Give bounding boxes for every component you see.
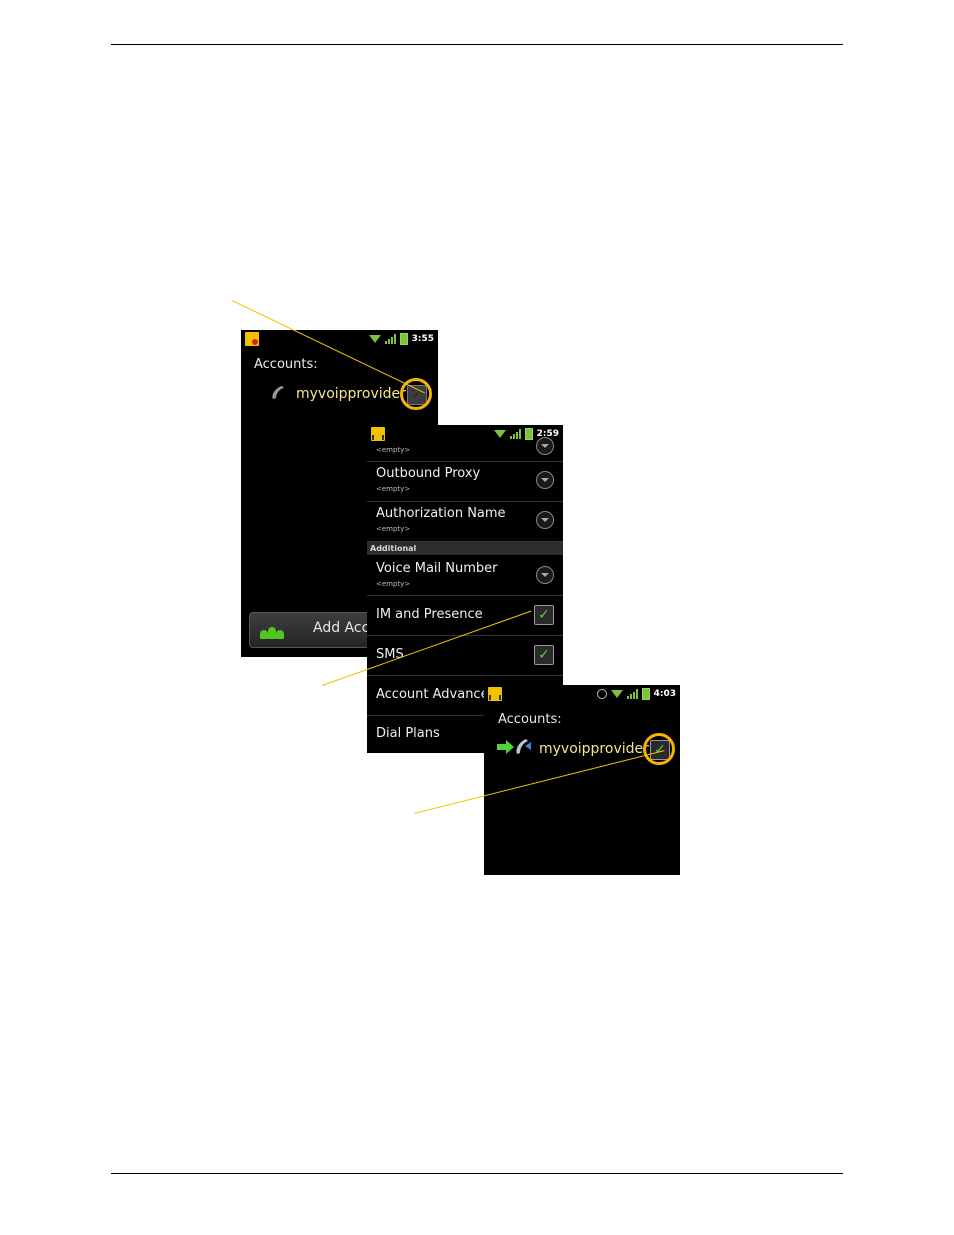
battery-icon bbox=[641, 688, 650, 700]
app-notification-icon bbox=[245, 332, 259, 346]
row-subtitle: <empty> bbox=[376, 485, 411, 493]
row-subtitle: <empty> bbox=[376, 580, 411, 588]
header-rule bbox=[111, 44, 843, 45]
checkbox-highlight-circle bbox=[643, 733, 675, 765]
status-time: 4:03 bbox=[653, 689, 676, 699]
settings-row-authorization-name[interactable]: Authorization Name <empty> bbox=[367, 502, 563, 542]
signal-icon bbox=[384, 334, 396, 344]
status-bar: 4:03 bbox=[484, 685, 680, 703]
status-bar: 2:59 bbox=[367, 425, 563, 443]
wifi-icon bbox=[493, 430, 506, 438]
accounts-screen-after: 4:03 Accounts: myvoipprovider ✓ bbox=[484, 685, 680, 875]
battery-icon bbox=[399, 333, 408, 345]
account-name[interactable]: myvoipprovider bbox=[296, 386, 406, 402]
app-notification-icon bbox=[371, 427, 385, 441]
dropdown-icon[interactable] bbox=[536, 566, 554, 584]
app-notification-icon bbox=[488, 687, 502, 701]
row-title: Account Advanced bbox=[376, 687, 497, 702]
row-title: Dial Plans bbox=[376, 726, 440, 741]
settings-row-partial[interactable]: <empty> bbox=[367, 437, 563, 462]
dropdown-icon[interactable] bbox=[536, 471, 554, 489]
dropdown-icon[interactable] bbox=[536, 511, 554, 529]
row-title: Outbound Proxy bbox=[376, 466, 481, 481]
status-bar: 3:55 bbox=[241, 330, 438, 348]
sms-checkbox[interactable]: ✓ bbox=[534, 645, 554, 665]
status-time: 3:55 bbox=[411, 334, 434, 344]
settings-row-im-presence[interactable]: IM and Presence ✓ bbox=[367, 596, 563, 636]
section-header-additional: Additional bbox=[367, 542, 563, 555]
signal-icon bbox=[626, 689, 638, 699]
footer-rule bbox=[111, 1173, 843, 1174]
row-subtitle: <empty> bbox=[376, 525, 411, 533]
im-presence-checkbox[interactable]: ✓ bbox=[534, 605, 554, 625]
accounts-label: Accounts: bbox=[498, 712, 562, 727]
people-icon bbox=[260, 623, 284, 639]
row-title: IM and Presence bbox=[376, 607, 483, 622]
signal-icon bbox=[509, 429, 521, 439]
settings-row-voicemail-number[interactable]: Voice Mail Number <empty> bbox=[367, 556, 563, 596]
phone-icon bbox=[516, 739, 531, 754]
dropdown-icon[interactable] bbox=[536, 437, 554, 455]
settings-row-outbound-proxy[interactable]: Outbound Proxy <empty> bbox=[367, 462, 563, 502]
settings-row-sms[interactable]: SMS ✓ bbox=[367, 636, 563, 676]
wifi-icon bbox=[368, 335, 381, 343]
row-title: Voice Mail Number bbox=[376, 561, 498, 576]
row-subtitle: <empty> bbox=[376, 446, 411, 454]
phone-icon bbox=[272, 386, 284, 399]
battery-icon bbox=[524, 428, 533, 440]
sync-icon bbox=[596, 689, 607, 699]
row-title: Authorization Name bbox=[376, 506, 506, 521]
account-name[interactable]: myvoipprovider bbox=[539, 741, 649, 757]
accounts-label: Accounts: bbox=[254, 357, 318, 372]
wifi-icon bbox=[610, 690, 623, 698]
